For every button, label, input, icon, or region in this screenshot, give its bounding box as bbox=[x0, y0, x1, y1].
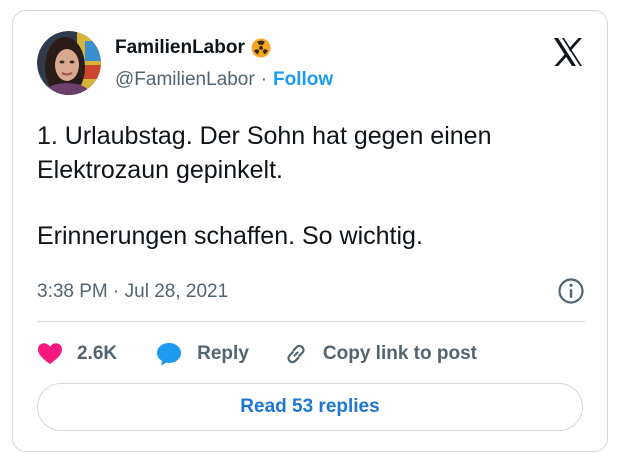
read-replies-button[interactable]: Read 53 replies bbox=[37, 383, 583, 431]
tweet-timestamp[interactable]: 3:38 PM · Jul 28, 2021 bbox=[37, 281, 228, 303]
reply-label: Reply bbox=[197, 343, 249, 364]
link-icon bbox=[283, 341, 309, 367]
info-icon[interactable] bbox=[557, 277, 585, 305]
divider bbox=[37, 321, 585, 322]
author-handle[interactable]: @FamilienLabor bbox=[115, 69, 255, 91]
tweet-text: 1. Urlaubstag. Der Sohn hat gegen einen … bbox=[37, 119, 585, 253]
author-handle-row: @FamilienLabor · Follow bbox=[115, 69, 333, 91]
speech-bubble-icon bbox=[155, 341, 183, 367]
handle-separator: · bbox=[260, 69, 268, 90]
like-count: 2.6K bbox=[77, 343, 118, 364]
like-button[interactable]: 2.6K bbox=[37, 342, 117, 366]
tweet-card: FamilienLabor @FamilienLabor · Follow 1.… bbox=[12, 10, 608, 452]
author-display-name[interactable]: FamilienLabor bbox=[115, 37, 245, 59]
heart-icon bbox=[37, 342, 63, 366]
action-bar: 2.6K Reply Copy link to post bbox=[37, 337, 477, 371]
tweet-text-line: 1. Urlaubstag. Der Sohn hat gegen einen … bbox=[37, 122, 492, 184]
reply-button[interactable]: Reply bbox=[155, 341, 249, 367]
avatar[interactable] bbox=[37, 31, 101, 95]
tweet-text-line: Erinnerungen schaffen. So wichtig. bbox=[37, 222, 423, 250]
author-name-row: FamilienLabor bbox=[115, 37, 271, 59]
copy-link-button[interactable]: Copy link to post bbox=[283, 341, 477, 367]
copy-link-label: Copy link to post bbox=[322, 343, 477, 364]
follow-link[interactable]: Follow bbox=[273, 69, 333, 91]
x-logo-icon[interactable] bbox=[551, 35, 585, 69]
radioactive-icon bbox=[251, 38, 271, 58]
